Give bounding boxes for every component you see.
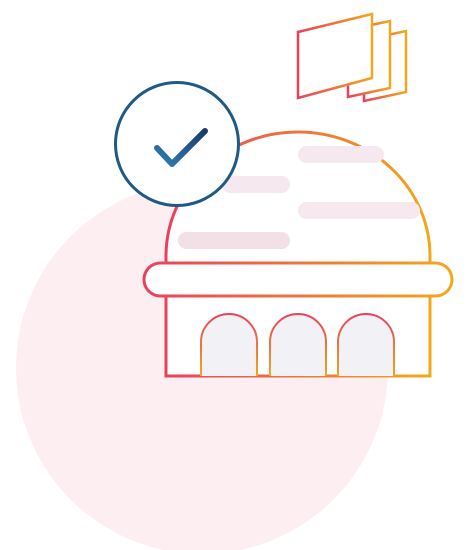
window-arch: [337, 313, 395, 376]
window-arch: [269, 313, 327, 376]
capitol-illustration: [16, 12, 472, 550]
flag-icon: [296, 12, 408, 103]
building-ledge: [142, 261, 454, 298]
building-windows: [200, 313, 395, 376]
window-arch: [200, 313, 258, 376]
illustration-canvas: [0, 0, 472, 550]
check-badge: [114, 81, 240, 207]
